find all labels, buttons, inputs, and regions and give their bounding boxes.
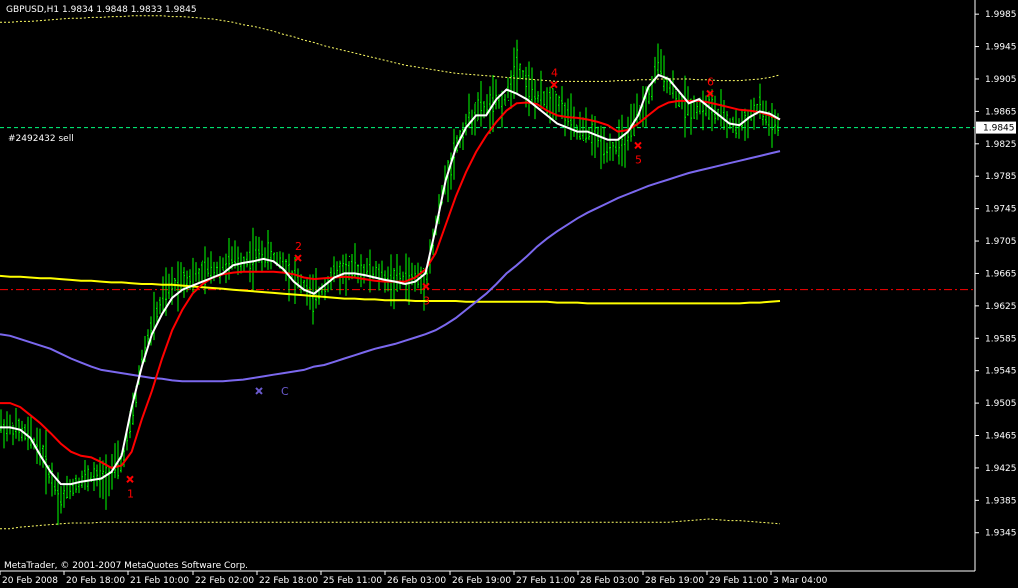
ma-fast-line <box>0 73 781 486</box>
y-tick-label: 1.9585 <box>985 334 1017 344</box>
marker-label: 3 <box>423 294 430 307</box>
y-tick-label: 1.9705 <box>985 237 1017 247</box>
envelope-upper-line <box>0 15 781 82</box>
x-tick-label: 21 Feb 10:00 <box>130 576 189 586</box>
marker-label: 2 <box>295 240 302 253</box>
envelope-lower-line <box>0 518 781 530</box>
price-chart[interactable]: 1 2 3 4 5 6 C 1.9985 1.9945 1.9905 1.9865 1.9825 1.… <box>0 0 1018 588</box>
trade-marker: 4 <box>550 67 558 89</box>
x-tick-label: 27 Feb 11:00 <box>516 576 575 586</box>
y-tick-label: 1.9785 <box>985 172 1017 182</box>
y-tick-label: 1.9665 <box>985 269 1017 279</box>
x-tick-label: 29 Feb 11:00 <box>709 576 768 586</box>
y-tick-label: 1.9985 <box>985 10 1017 20</box>
y-tick-label: 1.9505 <box>985 399 1017 409</box>
x-tick-label: 22 Feb 02:00 <box>195 576 254 586</box>
y-tick-label: 1.9905 <box>985 75 1017 85</box>
chart-window[interactable]: 1 2 3 4 5 6 C 1.9985 1.9945 1.9905 1.9865 1.9825 1.… <box>0 0 1018 588</box>
y-tick-label: 1.9345 <box>985 529 1017 539</box>
x-tick-label: 26 Feb 19:00 <box>452 576 511 586</box>
y-tick-label: 1.9865 <box>985 107 1017 117</box>
y-tick-label: 1.9625 <box>985 302 1017 312</box>
trade-marker: 1 <box>126 475 134 500</box>
trade-marker: 6 <box>706 76 714 98</box>
y-tick-label: 1.9385 <box>985 496 1017 506</box>
x-tick-label: 20 Feb 18:00 <box>66 576 125 586</box>
marker-label: 4 <box>551 67 558 80</box>
y-tick-label: 1.9465 <box>985 432 1017 442</box>
y-tick-label: 1.9425 <box>985 464 1017 474</box>
x-tick-label: 20 Feb 2008 <box>2 576 58 586</box>
trade-marker: C <box>255 385 289 398</box>
marker-label: 1 <box>127 487 134 500</box>
x-tick-label: 22 Feb 18:00 <box>259 576 318 586</box>
x-tick-label: 28 Feb 03:00 <box>580 576 639 586</box>
x-tick-label: 26 Feb 03:00 <box>387 576 446 586</box>
chart-ohlc: 1.9834 1.9848 1.9833 1.9845 <box>62 5 197 15</box>
y-tick-label: 1.9825 <box>985 140 1017 150</box>
order-label: #2492432 sell <box>8 134 74 144</box>
marker-label: 6 <box>707 76 714 89</box>
trade-marker: 5 <box>634 141 642 166</box>
x-tick-label: 28 Feb 19:00 <box>645 576 704 586</box>
current-price-label: 1.9845 <box>983 124 1015 134</box>
ma-slow-line <box>0 150 781 383</box>
y-tick-label: 1.9545 <box>985 367 1017 377</box>
x-tick-label: 3 Mar 04:00 <box>773 576 828 586</box>
chart-title: GBPUSD,H1 <box>6 5 59 15</box>
y-tick-label: 1.9745 <box>985 205 1017 215</box>
marker-label: C <box>281 385 289 398</box>
trade-marker: 3 <box>422 282 430 307</box>
copyright: MetaTrader, © 2001-2007 MetaQuotes Softw… <box>4 561 248 571</box>
ma-mid-line <box>0 99 781 469</box>
y-tick-label: 1.9945 <box>985 43 1017 53</box>
marker-label: 5 <box>635 153 642 166</box>
trade-marker: 2 <box>294 240 302 262</box>
x-tick-label: 25 Feb 11:00 <box>323 576 382 586</box>
